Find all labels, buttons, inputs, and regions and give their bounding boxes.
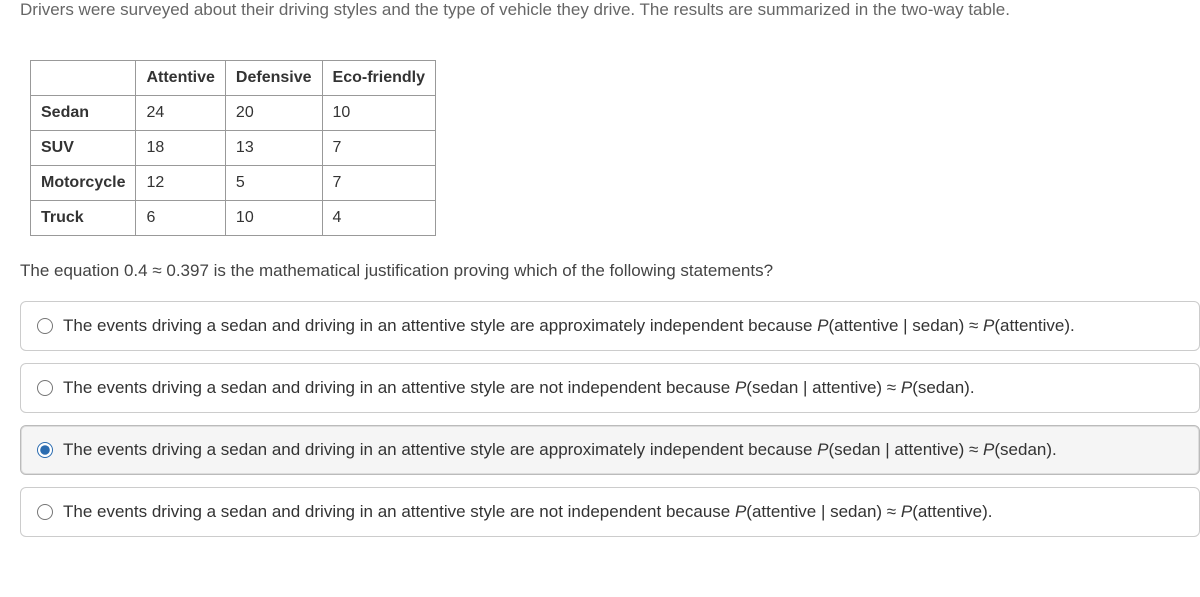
option-4-prefix: The events driving a sedan and driving i… xyxy=(63,502,735,521)
option-3-prefix: The events driving a sedan and driving i… xyxy=(63,440,817,459)
row-label-suv: SUV xyxy=(31,131,136,166)
cell: 18 xyxy=(136,131,225,166)
header-ecofriendly: Eco-friendly xyxy=(322,61,435,96)
cell: 4 xyxy=(322,201,435,236)
option-2-arg1: (sedan | attentive) ≈ xyxy=(746,378,901,397)
two-way-table: Attentive Defensive Eco-friendly Sedan 2… xyxy=(30,60,436,236)
option-4-func2: P xyxy=(901,502,912,521)
table-row: Motorcycle 12 5 7 xyxy=(31,166,436,201)
option-4-arg1: (attentive | sedan) ≈ xyxy=(746,502,901,521)
option-4-func1: P xyxy=(735,502,746,521)
cell: 20 xyxy=(225,96,322,131)
options-group: The events driving a sedan and driving i… xyxy=(0,301,1200,537)
option-2[interactable]: The events driving a sedan and driving i… xyxy=(20,363,1200,413)
cell: 13 xyxy=(225,131,322,166)
option-2-func1: P xyxy=(735,378,746,397)
option-1-prefix: The events driving a sedan and driving i… xyxy=(63,316,817,335)
option-3-arg2: (sedan). xyxy=(994,440,1056,459)
option-1-arg2: (attentive). xyxy=(994,316,1074,335)
question-text: The equation 0.4 ≈ 0.397 is the mathemat… xyxy=(0,261,1200,301)
option-1-arg1: (attentive | sedan) ≈ xyxy=(829,316,984,335)
table-row: Truck 6 10 4 xyxy=(31,201,436,236)
header-defensive: Defensive xyxy=(225,61,322,96)
cell: 5 xyxy=(225,166,322,201)
row-label-sedan: Sedan xyxy=(31,96,136,131)
intro-text: Drivers were surveyed about their drivin… xyxy=(0,0,1200,40)
option-4-radio[interactable] xyxy=(37,504,53,520)
option-2-label: The events driving a sedan and driving i… xyxy=(63,378,1183,398)
option-4-label: The events driving a sedan and driving i… xyxy=(63,502,1183,522)
row-label-truck: Truck xyxy=(31,201,136,236)
option-1-radio[interactable] xyxy=(37,318,53,334)
option-2-prefix: The events driving a sedan and driving i… xyxy=(63,378,735,397)
cell: 10 xyxy=(225,201,322,236)
header-blank xyxy=(31,61,136,96)
cell: 12 xyxy=(136,166,225,201)
option-2-func2: P xyxy=(901,378,912,397)
cell: 24 xyxy=(136,96,225,131)
option-3-func2: P xyxy=(983,440,994,459)
option-1[interactable]: The events driving a sedan and driving i… xyxy=(20,301,1200,351)
cell: 6 xyxy=(136,201,225,236)
option-3-label: The events driving a sedan and driving i… xyxy=(63,440,1183,460)
option-4[interactable]: The events driving a sedan and driving i… xyxy=(20,487,1200,537)
cell: 7 xyxy=(322,131,435,166)
option-3-radio[interactable] xyxy=(37,442,53,458)
table-row: SUV 18 13 7 xyxy=(31,131,436,166)
option-1-func2: P xyxy=(983,316,994,335)
cell: 7 xyxy=(322,166,435,201)
row-label-motorcycle: Motorcycle xyxy=(31,166,136,201)
option-1-func1: P xyxy=(817,316,828,335)
option-2-arg2: (sedan). xyxy=(912,378,974,397)
option-4-arg2: (attentive). xyxy=(912,502,992,521)
table-header-row: Attentive Defensive Eco-friendly xyxy=(31,61,436,96)
option-1-label: The events driving a sedan and driving i… xyxy=(63,316,1183,336)
option-3-arg1: (sedan | attentive) ≈ xyxy=(829,440,984,459)
header-attentive: Attentive xyxy=(136,61,225,96)
option-3-func1: P xyxy=(817,440,828,459)
option-3[interactable]: The events driving a sedan and driving i… xyxy=(20,425,1200,475)
option-2-radio[interactable] xyxy=(37,380,53,396)
cell: 10 xyxy=(322,96,435,131)
table-row: Sedan 24 20 10 xyxy=(31,96,436,131)
